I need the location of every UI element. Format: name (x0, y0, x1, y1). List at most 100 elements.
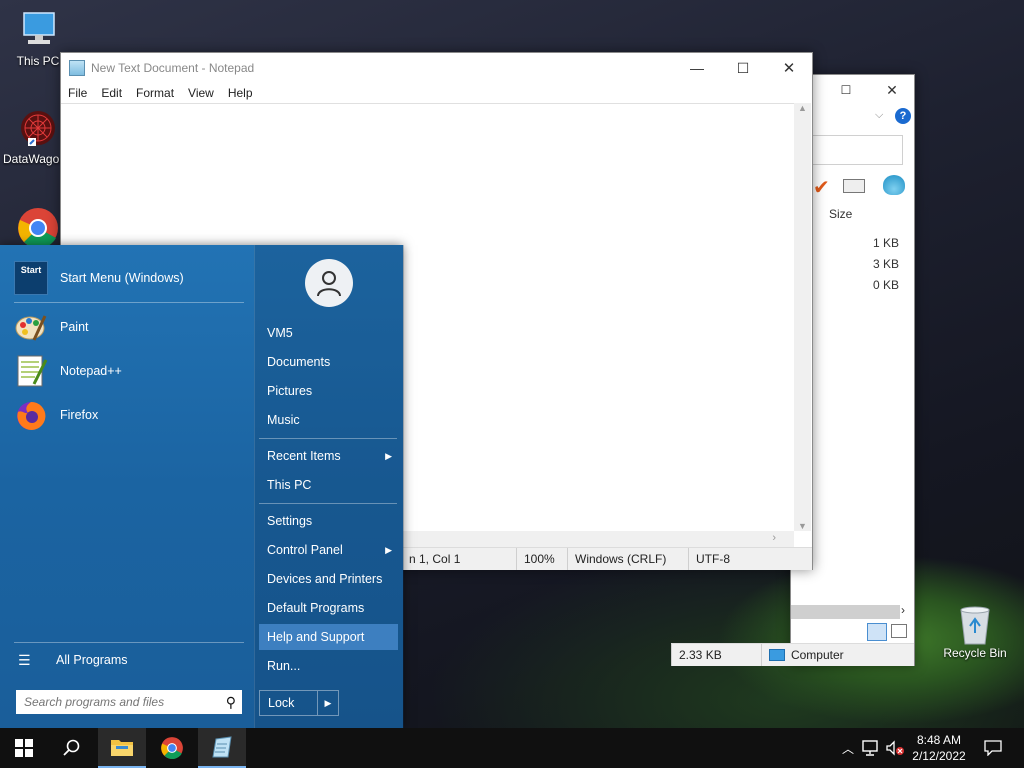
computer-icon (16, 10, 60, 50)
taskbar-chrome[interactable] (148, 728, 196, 768)
notification-icon (984, 740, 1002, 756)
start-button[interactable] (0, 728, 48, 768)
place-item-settings[interactable]: Settings (259, 508, 398, 534)
list-icon: ☰ (18, 652, 31, 668)
start-menu-app-icon: Start (14, 261, 48, 295)
menu-bar: File Edit Format View Help (61, 83, 812, 103)
scroll-right-icon[interactable]: › (772, 532, 776, 544)
place-item-run[interactable]: Run... (259, 653, 398, 679)
maximize-button[interactable]: ☐ (720, 53, 766, 83)
desktop-icon-chrome[interactable] (16, 206, 60, 249)
maximize-button[interactable]: ☐ (831, 79, 861, 101)
search-button[interactable] (48, 728, 96, 768)
minimize-button[interactable]: — (674, 53, 720, 83)
file-size: 1 KB (873, 236, 900, 250)
datawagon-icon (16, 108, 60, 148)
mail-icon[interactable] (843, 179, 865, 193)
place-item-this-pc[interactable]: This PC (259, 472, 398, 498)
menu-format[interactable]: Format (129, 86, 181, 100)
chevron-right-icon: ▶ (385, 450, 392, 461)
file-size: 0 KB (873, 278, 900, 292)
paint-icon (14, 310, 48, 344)
scroll-down-icon[interactable]: ▼ (794, 521, 811, 531)
start-menu-places-pane: VM5 Documents Pictures Music Recent Item… (254, 245, 404, 728)
notification-center-button[interactable] (978, 728, 1008, 768)
search-input[interactable] (22, 694, 226, 710)
checkmark-icon[interactable]: ✔ (813, 175, 830, 200)
separator (259, 438, 397, 439)
all-programs-button[interactable]: ☰ All Programs (18, 640, 128, 680)
menu-view[interactable]: View (181, 86, 221, 100)
window-title: New Text Document - Notepad (91, 61, 255, 75)
search-icon[interactable]: ⚲ (226, 694, 236, 711)
place-item-user[interactable]: VM5 (259, 320, 398, 346)
place-item-documents[interactable]: Documents (259, 349, 398, 375)
close-button[interactable]: ✕ (766, 53, 812, 83)
place-item-control-panel[interactable]: Control Panel ▶ (259, 537, 398, 563)
file-size: 3 KB (873, 257, 900, 271)
computer-icon (768, 649, 785, 661)
place-item-devices-printers[interactable]: Devices and Printers (259, 566, 398, 592)
close-button[interactable]: ✕ (877, 79, 907, 101)
user-icon (317, 271, 341, 297)
place-item-pictures[interactable]: Pictures (259, 378, 398, 404)
clock[interactable]: 8:48 AM 2/12/2022 (908, 728, 970, 768)
help-icon[interactable]: ? (895, 108, 911, 124)
network-icon[interactable] (860, 728, 882, 768)
program-item-firefox[interactable]: Firefox (14, 395, 98, 435)
taskbar-notepad[interactable] (198, 728, 246, 768)
menu-file[interactable]: File (61, 86, 94, 100)
status-encoding: UTF-8 (688, 548, 803, 570)
status-location: Computer (760, 644, 914, 666)
place-item-music[interactable]: Music (259, 407, 398, 433)
chevron-right-icon: ▶ (385, 544, 392, 555)
explorer-status-bar: 2.33 KB Computer (671, 643, 914, 666)
column-header-size[interactable]: Size (829, 207, 852, 221)
notepad-icon (212, 736, 232, 758)
chrome-icon (161, 737, 183, 760)
lock-options-button[interactable]: ▶ (317, 691, 338, 715)
address-bar[interactable] (811, 135, 903, 165)
taskbar-file-explorer[interactable] (98, 728, 146, 768)
shell-icon[interactable] (883, 175, 905, 195)
scroll-right-icon[interactable]: › (901, 603, 905, 617)
start-menu-app-item[interactable]: Start Start Menu (Windows) (14, 258, 184, 298)
place-item-recent-items[interactable]: Recent Items ▶ (259, 443, 398, 469)
clock-time: 8:48 AM (916, 733, 962, 747)
separator (14, 302, 244, 303)
lock-button-group: Lock ▶ (259, 690, 339, 716)
place-item-default-programs[interactable]: Default Programs (259, 595, 398, 621)
status-zoom: 100% (516, 548, 567, 570)
search-box[interactable]: ⚲ (16, 690, 242, 714)
menu-help[interactable]: Help (221, 86, 260, 100)
avatar[interactable] (305, 259, 353, 307)
desktop-icon-label: Recycle Bin (943, 646, 1007, 660)
menu-edit[interactable]: Edit (94, 86, 129, 100)
horizontal-scrollbar[interactable] (791, 605, 900, 619)
desktop-icon-recycle-bin[interactable]: Recycle Bin (937, 602, 1013, 660)
details-view-icon[interactable] (867, 623, 887, 641)
notepad-icon (69, 60, 85, 76)
search-icon (63, 739, 80, 756)
program-item-paint[interactable]: Paint (14, 307, 89, 347)
notepad-title-bar[interactable]: New Text Document - Notepad — ☐ ✕ (61, 53, 812, 83)
vertical-scrollbar[interactable]: ▲ ▼ (794, 103, 811, 531)
lock-button[interactable]: Lock (260, 691, 317, 715)
separator (259, 503, 397, 504)
show-hidden-icons[interactable]: ︿ (838, 728, 858, 768)
volume-muted-icon[interactable] (884, 728, 906, 768)
program-label: Notepad++ (60, 364, 122, 378)
status-line-ending: Windows (CRLF) (567, 548, 688, 570)
place-item-help-support[interactable]: Help and Support (259, 624, 398, 650)
taskbar: ︿ 8:48 AM 2/12/2022 (0, 728, 1024, 768)
chevron-down-icon[interactable]: ⌵ (875, 109, 883, 122)
firefox-icon (14, 398, 48, 432)
notepadpp-icon (14, 354, 48, 388)
scroll-up-icon[interactable]: ▲ (794, 103, 811, 113)
clock-date: 2/12/2022 (912, 749, 966, 763)
program-item-notepadpp[interactable]: Notepad++ (14, 351, 122, 391)
chrome-icon (18, 208, 58, 249)
folder-icon (111, 740, 133, 756)
program-label: Paint (60, 320, 89, 334)
large-icons-view-icon[interactable] (891, 624, 907, 638)
